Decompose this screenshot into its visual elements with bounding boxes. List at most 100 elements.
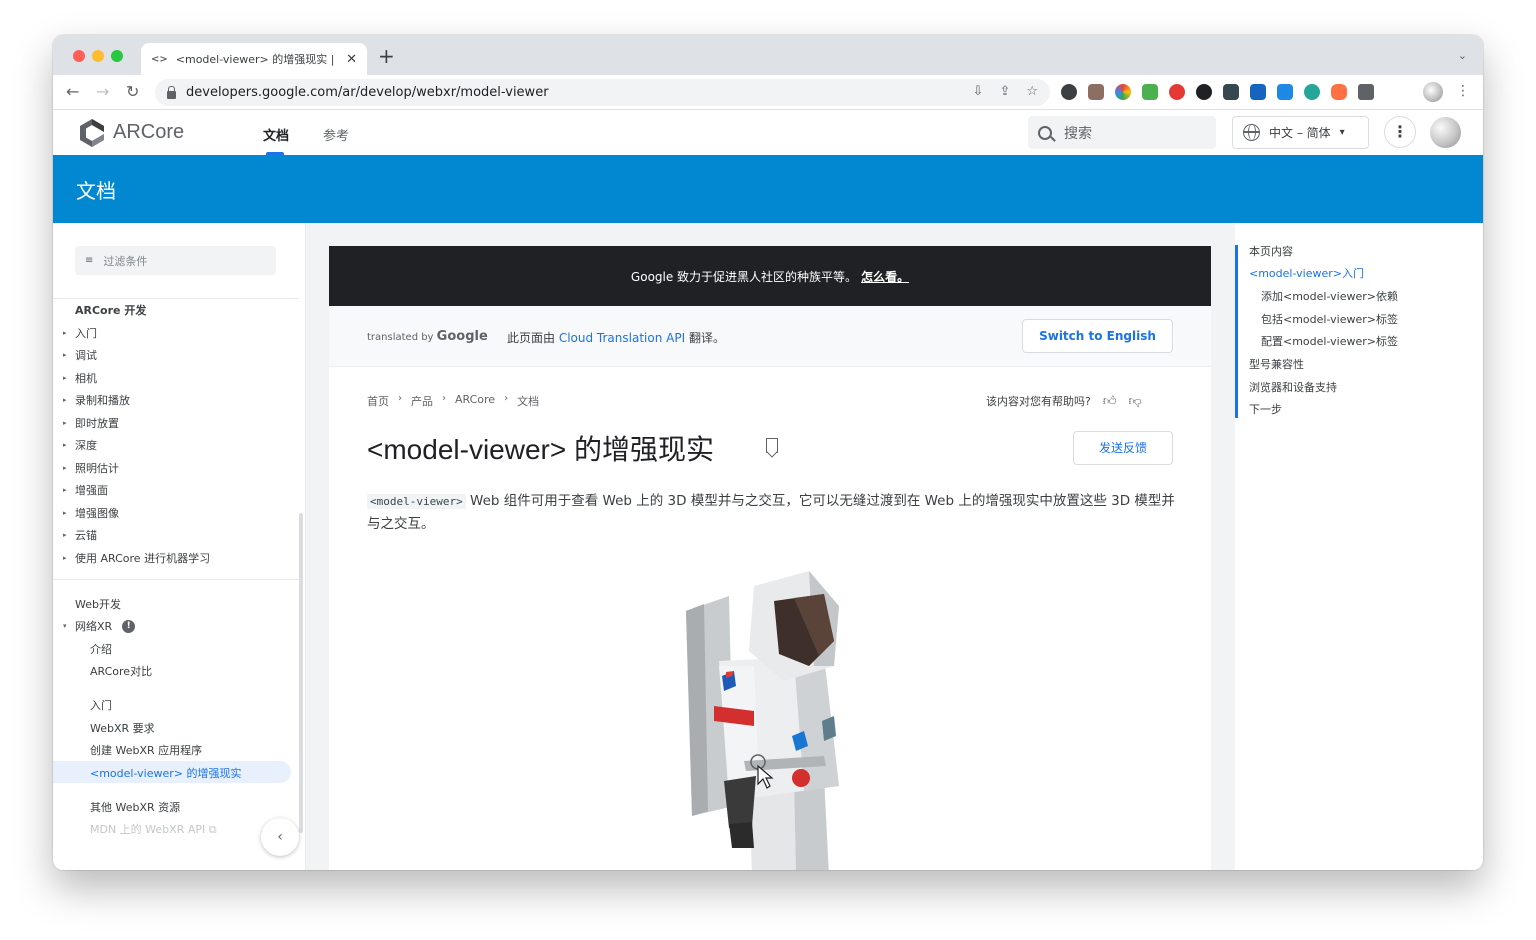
nav-item-create-webxr-app[interactable]: 创建 WebXR 应用程序: [90, 742, 202, 758]
nav-item-augmented-images[interactable]: ▸ 增强图像: [63, 505, 119, 521]
nav-item-other-resources[interactable]: 其他 WebXR 资源: [90, 799, 180, 815]
globe-icon: [1243, 124, 1260, 141]
breadcrumb-docs[interactable]: 文档: [517, 393, 539, 409]
table-of-contents: 本页内容 <model-viewer>入门 添加<model-viewer>依赖…: [1235, 223, 1483, 870]
toc-item-include-tag[interactable]: 包括<model-viewer>标签: [1261, 311, 1398, 327]
nav-item-camera[interactable]: ▸ 相机: [63, 370, 97, 386]
browser-tab[interactable]: <> <model-viewer> 的增强现实 | ✕: [141, 43, 367, 75]
extension-icon[interactable]: [1115, 84, 1131, 100]
bookmark-star-icon[interactable]: ☆: [1026, 84, 1038, 99]
toc-item-model-compat[interactable]: 型号兼容性: [1249, 356, 1304, 372]
filter-input[interactable]: ≡ 过滤条件: [75, 246, 276, 275]
toc-item-add-dependency[interactable]: 添加<model-viewer>依赖: [1261, 288, 1398, 304]
profile-avatar[interactable]: [1423, 82, 1443, 102]
toc-item-configure-tag[interactable]: 配置<model-viewer>标签: [1261, 333, 1398, 349]
breadcrumb-products[interactable]: 产品: [411, 393, 433, 409]
toc-item-getting-started[interactable]: <model-viewer>入门: [1249, 265, 1364, 281]
site-logo-text[interactable]: ARCore: [113, 121, 184, 144]
send-feedback-button[interactable]: 发送反馈: [1073, 431, 1173, 465]
nav-item-depth[interactable]: ▸ 深度: [63, 437, 97, 453]
arcore-logo-icon[interactable]: [79, 118, 105, 148]
extension-icon[interactable]: [1304, 84, 1320, 100]
article: Google 致力于促进黑人社区的种族平等。 怎么看。 translated b…: [329, 246, 1211, 870]
breadcrumb: 首页 › 产品 › ARCore › 文档: [367, 393, 539, 409]
nav-item-cloud-anchors[interactable]: ▸ 云锚: [63, 527, 97, 543]
filter-placeholder: 过滤条件: [103, 254, 148, 268]
extension-icon[interactable]: [1142, 84, 1158, 100]
nav-item-webxr-start[interactable]: 入门: [90, 697, 112, 713]
minimize-window-button[interactable]: [92, 50, 104, 62]
user-avatar[interactable]: [1430, 117, 1461, 148]
cloud-translation-link[interactable]: Cloud Translation API: [559, 331, 685, 345]
expand-arrow-icon: ▸: [63, 464, 67, 472]
nav-item-webxr[interactable]: ▾ 网络XR!: [63, 618, 136, 634]
breadcrumb-arcore[interactable]: ARCore: [455, 393, 495, 409]
site-search-input[interactable]: 搜索: [1028, 116, 1216, 149]
nav-item-intro[interactable]: 介绍: [90, 641, 112, 657]
more-options-button[interactable]: ⋮: [1384, 116, 1416, 148]
new-tab-button[interactable]: +: [378, 46, 395, 66]
address-bar[interactable]: developers.google.com/ar/develop/webxr/m…: [155, 79, 1050, 106]
install-app-icon[interactable]: ⇩: [973, 84, 984, 99]
nav-item-ml[interactable]: ▸ 使用 ARCore 进行机器学习: [63, 550, 210, 566]
site-header: ARCore 文档 参考 搜索 中文 – 简体 ▾ ⋮: [53, 110, 1483, 155]
nav-item-lighting[interactable]: ▸ 照明估计: [63, 460, 119, 476]
notice-link[interactable]: 怎么看。: [861, 268, 909, 285]
save-icon[interactable]: [1250, 84, 1266, 100]
helpful-question: 该内容对您有帮助吗?: [986, 395, 1091, 408]
collapse-sidebar-button[interactable]: ‹: [261, 818, 299, 856]
divider: [53, 579, 299, 580]
expand-arrow-icon: ▸: [63, 396, 67, 404]
nav-item-debugging[interactable]: ▸ 调试: [63, 347, 97, 363]
expand-arrow-icon: ▸: [63, 509, 67, 517]
nav-item-model-viewer-ar[interactable]: <model-viewer> 的增强现实: [90, 765, 241, 781]
share-icon[interactable]: ⇪: [999, 84, 1010, 99]
nav-item-webxr-requirements[interactable]: WebXR 要求: [90, 720, 155, 736]
nav-item-arcore-compare[interactable]: ARCore对比: [90, 663, 152, 679]
nav-item-instant-placement[interactable]: ▸ 即时放置: [63, 415, 119, 431]
extension-icon[interactable]: [1196, 84, 1212, 100]
google-wordmark: Google: [436, 329, 488, 344]
expand-arrow-icon: ▸: [63, 441, 67, 449]
tab-reference[interactable]: 参考: [323, 125, 349, 144]
inline-code: <model-viewer>: [367, 494, 466, 509]
chevron-right-icon: ›: [442, 393, 446, 404]
extension-icon[interactable]: [1061, 84, 1077, 100]
extension-icon[interactable]: [1088, 84, 1104, 100]
puzzle-icon[interactable]: [1358, 84, 1374, 100]
reload-icon[interactable]: ↻: [126, 82, 139, 102]
bookmark-icon[interactable]: [766, 438, 778, 453]
extension-icon[interactable]: [1331, 84, 1347, 100]
tab-docs[interactable]: 文档: [263, 125, 289, 144]
thumbs-up-icon[interactable]: 👍︎: [1103, 394, 1117, 409]
toc-item-browser-support[interactable]: 浏览器和设备支持: [1249, 379, 1337, 395]
tab-search-chevron-icon[interactable]: ⌄: [1458, 49, 1467, 62]
astronaut-3d-model[interactable]: [674, 566, 874, 870]
expand-arrow-icon: ▸: [63, 374, 67, 382]
breadcrumb-home[interactable]: 首页: [367, 393, 389, 409]
language-select[interactable]: 中文 – 简体 ▾: [1232, 116, 1369, 149]
sidebar-scrollbar[interactable]: [299, 513, 303, 833]
extension-icon[interactable]: [1277, 84, 1293, 100]
nav-item-recording[interactable]: ▸ 录制和播放: [63, 392, 130, 408]
expand-arrow-icon: ▸: [63, 531, 67, 539]
toc-title: 本页内容: [1249, 245, 1293, 258]
nav-item-getting-started[interactable]: ▸ 入门: [63, 325, 97, 341]
page-title: <model-viewer> 的增强现实: [367, 434, 714, 465]
close-tab-icon[interactable]: ✕: [346, 52, 357, 67]
browser-menu-icon[interactable]: ⋮: [1456, 83, 1470, 99]
thumbs-down-icon[interactable]: 👎︎: [1128, 394, 1141, 409]
switch-to-english-button[interactable]: Switch to English: [1022, 319, 1173, 353]
nav-item-mdn-webxr[interactable]: MDN 上的 WebXR API ⧉: [90, 821, 217, 837]
back-icon[interactable]: ←: [66, 82, 79, 102]
browser-window: <> <model-viewer> 的增强现实 | ✕ + ⌄ ← → ↻ de…: [53, 35, 1483, 870]
toc-item-next-steps[interactable]: 下一步: [1249, 401, 1282, 417]
zoom-window-button[interactable]: [111, 50, 123, 62]
notice-text: Google 致力于促进黑人社区的种族平等。: [630, 269, 858, 284]
close-window-button[interactable]: [73, 50, 85, 62]
browser-toolbar: ← → ↻ developers.google.com/ar/develop/w…: [53, 75, 1483, 110]
forward-icon[interactable]: →: [96, 82, 109, 102]
nav-item-augmented-faces[interactable]: ▸ 增强面: [63, 482, 108, 498]
extension-icon[interactable]: [1223, 84, 1239, 100]
adblock-icon[interactable]: [1169, 84, 1185, 100]
